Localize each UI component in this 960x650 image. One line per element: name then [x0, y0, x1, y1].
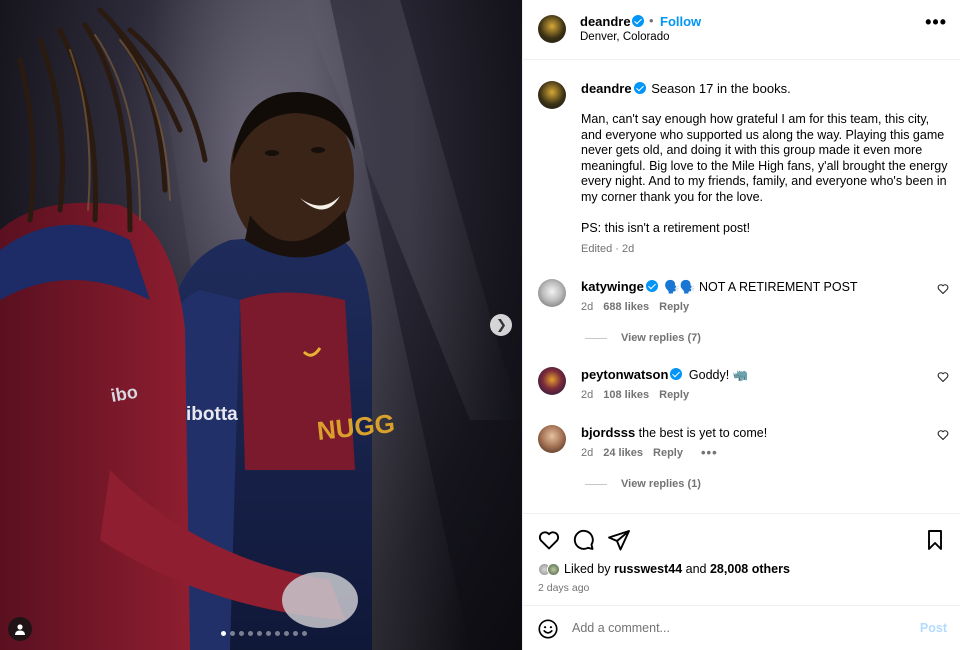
comment-likes[interactable]: 24 likes	[603, 447, 643, 459]
comment-age: 2d	[581, 447, 594, 459]
view-replies-button[interactable]: View replies (7)	[585, 332, 701, 344]
liked-by-prefix: Liked by	[564, 562, 611, 576]
likes-summary[interactable]: Liked by russwest44 and 28,008 others	[538, 562, 790, 576]
carousel-dot	[275, 631, 280, 636]
comment-bubble-icon[interactable]	[571, 528, 595, 552]
comments-scroll-area[interactable]: deandre Season 17 in the books. Man, can…	[523, 60, 960, 513]
view-replies-label: View replies (1)	[621, 478, 701, 490]
comment-input[interactable]	[572, 618, 902, 638]
comment-body: 🗣️🗣️ NOT A RETIREMENT POST	[664, 280, 858, 294]
reply-button[interactable]: Reply	[659, 301, 689, 313]
add-comment-bar: Post	[523, 605, 960, 650]
svg-text:ibotta: ibotta	[186, 404, 238, 425]
comment-more-options-icon[interactable]: •••	[701, 446, 718, 459]
comment-meta: 2d 24 likes Reply •••	[581, 446, 718, 459]
comment-meta: 2d 108 likes Reply	[581, 389, 689, 401]
carousel-dot	[284, 631, 289, 636]
comment-meta: 2d 688 likes Reply	[581, 301, 689, 313]
more-options-icon[interactable]: •••	[925, 12, 947, 33]
liked-by-others[interactable]: 28,008 others	[710, 562, 790, 576]
liked-by-user[interactable]: russwest44	[614, 562, 682, 576]
post-photo: NUGG ibotta ibo	[0, 0, 520, 650]
post-comment-button[interactable]: Post	[920, 621, 947, 635]
follow-button[interactable]: Follow	[660, 14, 701, 29]
caption-author-avatar[interactable]	[538, 81, 566, 109]
caption-headline: Season 17 in the books.	[651, 81, 791, 96]
view-replies-button[interactable]: View replies (1)	[585, 478, 701, 490]
comment-text: katywinge 🗣️🗣️ NOT A RETIREMENT POST	[581, 279, 911, 295]
tagged-users-button[interactable]	[8, 617, 32, 641]
carousel-dot	[248, 631, 253, 636]
like-comment-heart-icon[interactable]	[937, 371, 949, 383]
carousel-indicator	[0, 631, 522, 636]
like-comment-heart-icon[interactable]	[937, 429, 949, 441]
view-replies-label: View replies (7)	[621, 332, 701, 344]
replies-divider	[585, 337, 607, 339]
caption-paragraph: PS: this isn't a retirement post!	[581, 221, 751, 235]
verified-badge-icon	[633, 82, 646, 94]
carousel-dot	[239, 631, 244, 636]
reply-button[interactable]: Reply	[653, 447, 683, 459]
commenter-username[interactable]: peytonwatson	[581, 367, 668, 382]
comment-likes[interactable]: 688 likes	[603, 301, 649, 313]
post-location[interactable]: Denver, Colorado	[580, 31, 670, 43]
post-header: deandre • Follow Denver, Colorado •••	[523, 0, 960, 60]
reply-button[interactable]: Reply	[659, 389, 689, 401]
post-actions: Liked by russwest44 and 28,008 others 2 …	[523, 513, 960, 605]
verified-badge-icon	[670, 368, 683, 380]
like-comment-heart-icon[interactable]	[937, 283, 949, 295]
verified-badge-icon	[632, 15, 644, 27]
comment-age: 2d	[581, 301, 594, 313]
comment-body: Goddy! 🦏	[688, 368, 749, 382]
instagram-post-view: NUGG ibotta ibo ❯ deandre • Follow Denve…	[0, 0, 960, 650]
comment-age: 2d	[581, 389, 594, 401]
caption-username[interactable]: deandre	[581, 81, 632, 96]
emoji-smiley-icon[interactable]	[537, 618, 559, 640]
like-heart-icon[interactable]	[537, 528, 561, 552]
carousel-dot	[221, 631, 226, 636]
share-send-icon[interactable]	[607, 528, 631, 552]
caption-paragraph: Man, can't say enough how grateful I am …	[581, 112, 948, 204]
liker-avatar	[547, 562, 560, 576]
commenter-avatar[interactable]	[538, 279, 566, 307]
caption-header: deandre Season 17 in the books.	[581, 81, 791, 96]
save-bookmark-icon[interactable]	[923, 528, 947, 552]
comment-body: the best is yet to come!	[638, 426, 768, 440]
user-icon	[15, 624, 25, 635]
commenter-avatar[interactable]	[538, 367, 566, 395]
comment-text: peytonwatson Goddy! 🦏	[581, 367, 911, 383]
author-avatar[interactable]	[538, 15, 566, 43]
post-side-panel: deandre • Follow Denver, Colorado ••• de…	[522, 0, 960, 650]
replies-divider	[585, 483, 607, 485]
commenter-username[interactable]: katywinge	[581, 279, 644, 294]
next-photo-button[interactable]: ❯	[490, 314, 512, 336]
carousel-dot	[293, 631, 298, 636]
comment-text: bjordsss the best is yet to come!	[581, 425, 911, 440]
commenter-username[interactable]: bjordsss	[581, 425, 635, 440]
separator-dot: •	[649, 13, 654, 28]
liked-by-and: and	[685, 562, 707, 576]
chevron-right-icon: ❯	[496, 317, 507, 333]
comment-likes[interactable]: 108 likes	[603, 389, 649, 401]
caption-text: Man, can't say enough how grateful I am …	[581, 112, 951, 253]
author-username[interactable]: deandre	[580, 14, 631, 29]
post-timestamp: 2 days ago	[538, 582, 590, 594]
carousel-dot	[266, 631, 271, 636]
carousel-dot	[257, 631, 262, 636]
verified-badge-icon	[645, 280, 658, 292]
post-media[interactable]: NUGG ibotta ibo ❯	[0, 0, 522, 650]
carousel-dot	[230, 631, 235, 636]
caption-edited-time: Edited · 2d	[581, 243, 635, 255]
commenter-avatar[interactable]	[538, 425, 566, 453]
carousel-dot	[302, 631, 307, 636]
